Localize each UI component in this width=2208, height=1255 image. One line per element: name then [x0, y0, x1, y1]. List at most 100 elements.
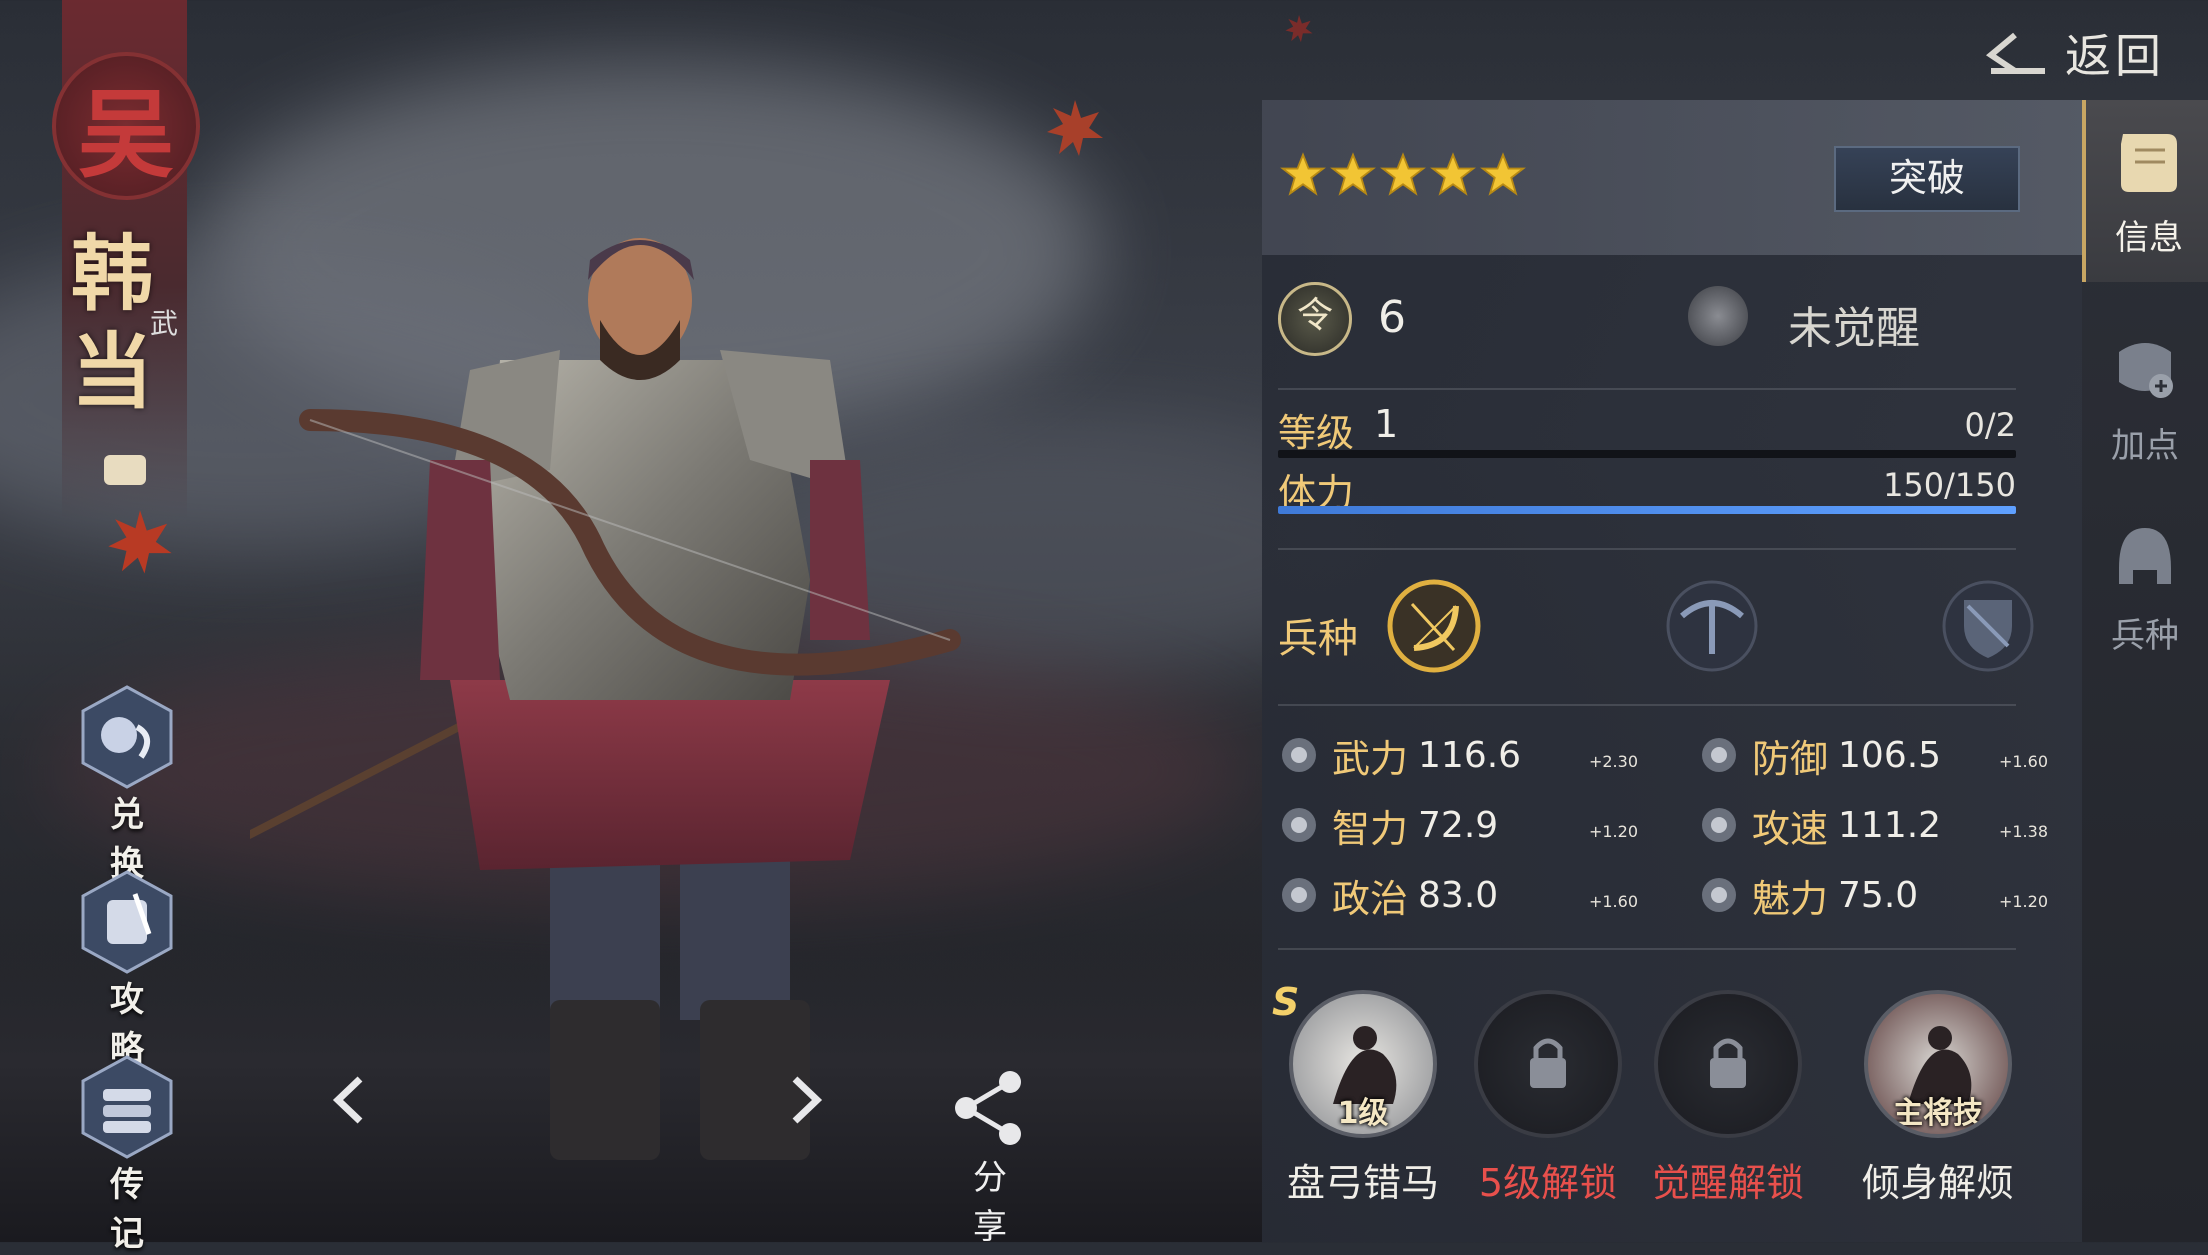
exchange-button[interactable]: 兑 换	[62, 685, 192, 885]
stat-5: 政治 83.0	[1278, 865, 1498, 925]
helmet-icon	[2119, 528, 2171, 584]
star-icon	[1330, 152, 1376, 196]
stat-name: 智力	[1332, 806, 1409, 851]
book-stack-icon	[81, 1055, 173, 1159]
armor-plus-icon	[2119, 343, 2173, 398]
stat-value: 116.6	[1418, 734, 1522, 776]
command-awaken-row: 令 6 未觉醒	[1278, 278, 2018, 368]
skill-grade: S	[1272, 980, 1300, 1024]
back-button[interactable]: 返回	[1985, 20, 2165, 86]
back-arrow-icon	[1985, 32, 2045, 74]
scroll-quill-icon	[81, 870, 173, 974]
stat-value: 83.0	[1418, 874, 1499, 916]
divider	[1278, 948, 2016, 950]
skill-tag: 1级	[1337, 1096, 1389, 1131]
stat-6: 魅力 75.0	[1698, 865, 1918, 925]
side-tabs: 信息 加点 兵种	[2082, 100, 2208, 1242]
skill-portrait-icon: 主将技	[1864, 990, 2012, 1138]
share-label: 分 享	[973, 1158, 1029, 1247]
chevron-right-icon[interactable]	[785, 1075, 825, 1125]
stat-name: 防御	[1752, 736, 1829, 781]
star-icon	[1480, 152, 1526, 196]
tab-troops[interactable]: 兵种	[2082, 500, 2208, 682]
bow-icon[interactable]	[1384, 576, 1484, 676]
level-row: 等级 1 0/2	[1278, 402, 2017, 455]
boot-icon	[1698, 804, 1740, 846]
skill-name: 盘弓错马	[1286, 1161, 1439, 1205]
shield-crossbow-icon[interactable]	[1938, 576, 2038, 676]
stat-bonus: +1.60	[1998, 751, 2048, 771]
faction-emblem: 吴	[52, 52, 200, 200]
hero-name: 韩 当	[62, 225, 162, 421]
star-rating	[1280, 152, 1526, 198]
hero-name-char-1: 韩	[70, 226, 153, 322]
maple-leaf-icon	[108, 510, 172, 574]
divider	[1278, 548, 2016, 550]
stat-name: 政治	[1332, 876, 1409, 921]
tab-info-label: 信息	[2115, 218, 2183, 258]
back-label: 返回	[2065, 29, 2165, 83]
command-value: 6	[1378, 292, 1406, 343]
stat-bonus: +1.20	[1998, 891, 2048, 911]
troop-row: 兵种	[1278, 570, 2034, 690]
biography-label: 传 记	[110, 1165, 170, 1254]
lotus-icon	[1278, 874, 1320, 916]
stat-name: 武力	[1332, 736, 1409, 781]
skill-slot[interactable]: 觉醒解锁	[1643, 990, 1813, 1207]
strategy-button[interactable]: 攻 略	[62, 870, 192, 1070]
star-icon	[1280, 152, 1326, 196]
stat-4: 攻速 111.2	[1698, 795, 1941, 855]
chevron-left-icon[interactable]	[330, 1075, 370, 1125]
stat-2: 防御 106.5	[1698, 725, 1941, 785]
hero-name-char-2: 当	[70, 324, 153, 420]
awaken-status: 未觉醒	[1788, 303, 1920, 354]
hero-info-panel: 突破 令 6 未觉醒 等级 1 0/2 体力 150/150 兵种 武力116	[1262, 100, 2082, 1242]
stat-bonus: +1.38	[1998, 821, 2048, 841]
share-icon	[955, 1071, 1021, 1145]
stat-bonus: +1.60	[1588, 891, 1638, 911]
maple-leaf-icon	[1047, 100, 1103, 156]
tab-info[interactable]: 信息	[2082, 100, 2208, 282]
skill-portrait-icon: 1级	[1289, 990, 1437, 1138]
level-progress: 0/2	[1964, 406, 2017, 444]
bamboo-scroll-icon	[1278, 804, 1320, 846]
troop-label: 兵种	[1278, 616, 1358, 662]
crossbow-icon[interactable]	[1662, 576, 1762, 676]
divider	[1278, 704, 2016, 706]
stamina-value: 150/150	[1883, 466, 2016, 504]
stat-3: 智力 72.9	[1278, 795, 1498, 855]
skill-slot[interactable]: 1级 S 盘弓错马	[1272, 980, 1448, 1207]
swords-icon	[1278, 734, 1320, 776]
skill-name: 倾身解烦	[1861, 1161, 2014, 1205]
level-bar	[1278, 450, 2016, 458]
share-button[interactable]: 分 享	[940, 1070, 1040, 1248]
stat-bonus: +2.30	[1588, 751, 1638, 771]
star-icon	[1430, 152, 1476, 196]
lock-icon	[1474, 990, 1622, 1138]
stat-name: 魅力	[1752, 876, 1829, 921]
stat-value: 75.0	[1838, 874, 1919, 916]
heart-icon	[1698, 874, 1740, 916]
hero-type-label: 武	[150, 307, 179, 340]
skill-slot[interactable]: 5级解锁	[1463, 990, 1633, 1207]
level-label: 等级	[1278, 411, 1355, 455]
skills-row: 1级 S 盘弓错马 5级解锁 觉醒解锁 主将技 倾身解烦	[1272, 980, 2038, 1220]
stat-name: 攻速	[1752, 806, 1829, 851]
tab-attributes[interactable]: 加点	[2082, 310, 2208, 492]
seal-icon	[104, 455, 146, 485]
exchange-icon	[81, 685, 173, 789]
hero-character-art	[250, 238, 961, 1160]
star-icon	[1380, 152, 1426, 196]
maple-leaf-icon	[1285, 14, 1313, 43]
command-token-icon: 令	[1278, 282, 1352, 356]
scroll-icon	[2121, 134, 2177, 192]
tab-attributes-label: 加点	[2111, 426, 2179, 466]
divider	[1278, 388, 2016, 390]
skill-tag: 主将技	[1893, 1096, 1983, 1131]
tab-troops-label: 兵种	[2111, 616, 2179, 656]
biography-button[interactable]: 传 记	[62, 1055, 192, 1255]
stamina-bar	[1278, 506, 2016, 514]
skill-slot[interactable]: 主将技 倾身解烦	[1853, 990, 2023, 1207]
breakthrough-button[interactable]: 突破	[1834, 146, 2020, 212]
awaken-icon	[1688, 286, 1748, 346]
